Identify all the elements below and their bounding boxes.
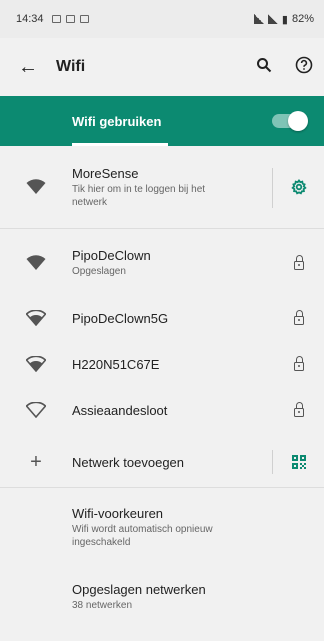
network-row[interactable]: PipoDeClown Opgeslagen (0, 237, 324, 289)
network-row[interactable]: H220N51C67E (0, 341, 324, 387)
notification-icon (51, 15, 61, 23)
preferences-subtitle: Wifi wordt automatisch opnieuw ingeschak… (72, 523, 213, 548)
add-network-row[interactable]: + Netwerk toevoegen (0, 439, 324, 485)
back-arrow-icon[interactable]: ← (0, 56, 56, 79)
signal-icon (253, 14, 264, 24)
wifi-strong-icon (0, 356, 72, 372)
divider (0, 228, 324, 229)
network-row[interactable]: Assieaandesloot (0, 387, 324, 433)
signal-icon (267, 14, 278, 24)
wifi-toggle-switch[interactable] (272, 111, 308, 131)
plus-icon: + (30, 451, 42, 473)
lock-icon (274, 402, 324, 417)
qr-code-scan-icon[interactable] (274, 454, 324, 470)
notification-icons (51, 15, 89, 23)
help-icon[interactable] (284, 56, 324, 79)
wifi-preferences-item[interactable]: Wifi-voorkeuren Wifi wordt automatisch o… (0, 495, 324, 559)
lock-icon (274, 255, 324, 270)
saved-networks-title: Opgeslagen netwerken (72, 582, 206, 597)
page-title: Wifi (56, 58, 86, 75)
network-ssid: Assieaandesloot (72, 402, 168, 418)
network-settings-gear-icon[interactable] (274, 179, 324, 195)
wifi-strong-icon (0, 310, 72, 326)
battery-level: 82% (291, 13, 314, 25)
saved-networks-subtitle: 38 netwerken (72, 600, 133, 611)
network-subtitle: Opgeslagen (72, 266, 126, 277)
connected-network[interactable]: MoreSense Tik hier om in te loggen bij h… (0, 146, 324, 228)
network-ssid: H220N51C67E (72, 356, 160, 372)
network-subtitle: Tik hier om in te loggen bij het netwerk (72, 183, 206, 208)
lock-icon (274, 356, 324, 371)
app-bar: ← Wifi (0, 38, 324, 96)
battery-icon: ▮ (281, 13, 288, 26)
status-right: ▮ 82% (253, 13, 314, 26)
vertical-separator (272, 450, 273, 474)
status-time: 14:34 (16, 13, 44, 25)
search-icon[interactable] (244, 57, 284, 78)
add-network-label: Netwerk toevoegen (72, 454, 185, 470)
vertical-separator (272, 168, 273, 208)
wifi-toggle-label: Wifi gebruiken (72, 113, 162, 129)
status-bar: 14:34 ▮ 82% (0, 0, 324, 38)
wifi-empty-icon (0, 402, 72, 418)
network-ssid: PipoDeClown5G (72, 310, 169, 326)
wifi-full-icon (0, 255, 72, 271)
wifi-full-icon (0, 179, 72, 195)
network-ssid: MoreSense (72, 165, 139, 181)
network-ssid: PipoDeClown (72, 248, 151, 263)
notification-icon (79, 15, 89, 23)
preferences-title: Wifi-voorkeuren (72, 505, 164, 521)
wifi-toggle-bar[interactable]: Wifi gebruiken (0, 96, 324, 146)
network-row[interactable]: PipoDeClown5G (0, 295, 324, 341)
lock-icon (274, 310, 324, 325)
saved-networks-item[interactable]: Opgeslagen netwerken 38 netwerken (0, 570, 324, 624)
divider (0, 487, 324, 488)
notification-icon (65, 15, 75, 23)
